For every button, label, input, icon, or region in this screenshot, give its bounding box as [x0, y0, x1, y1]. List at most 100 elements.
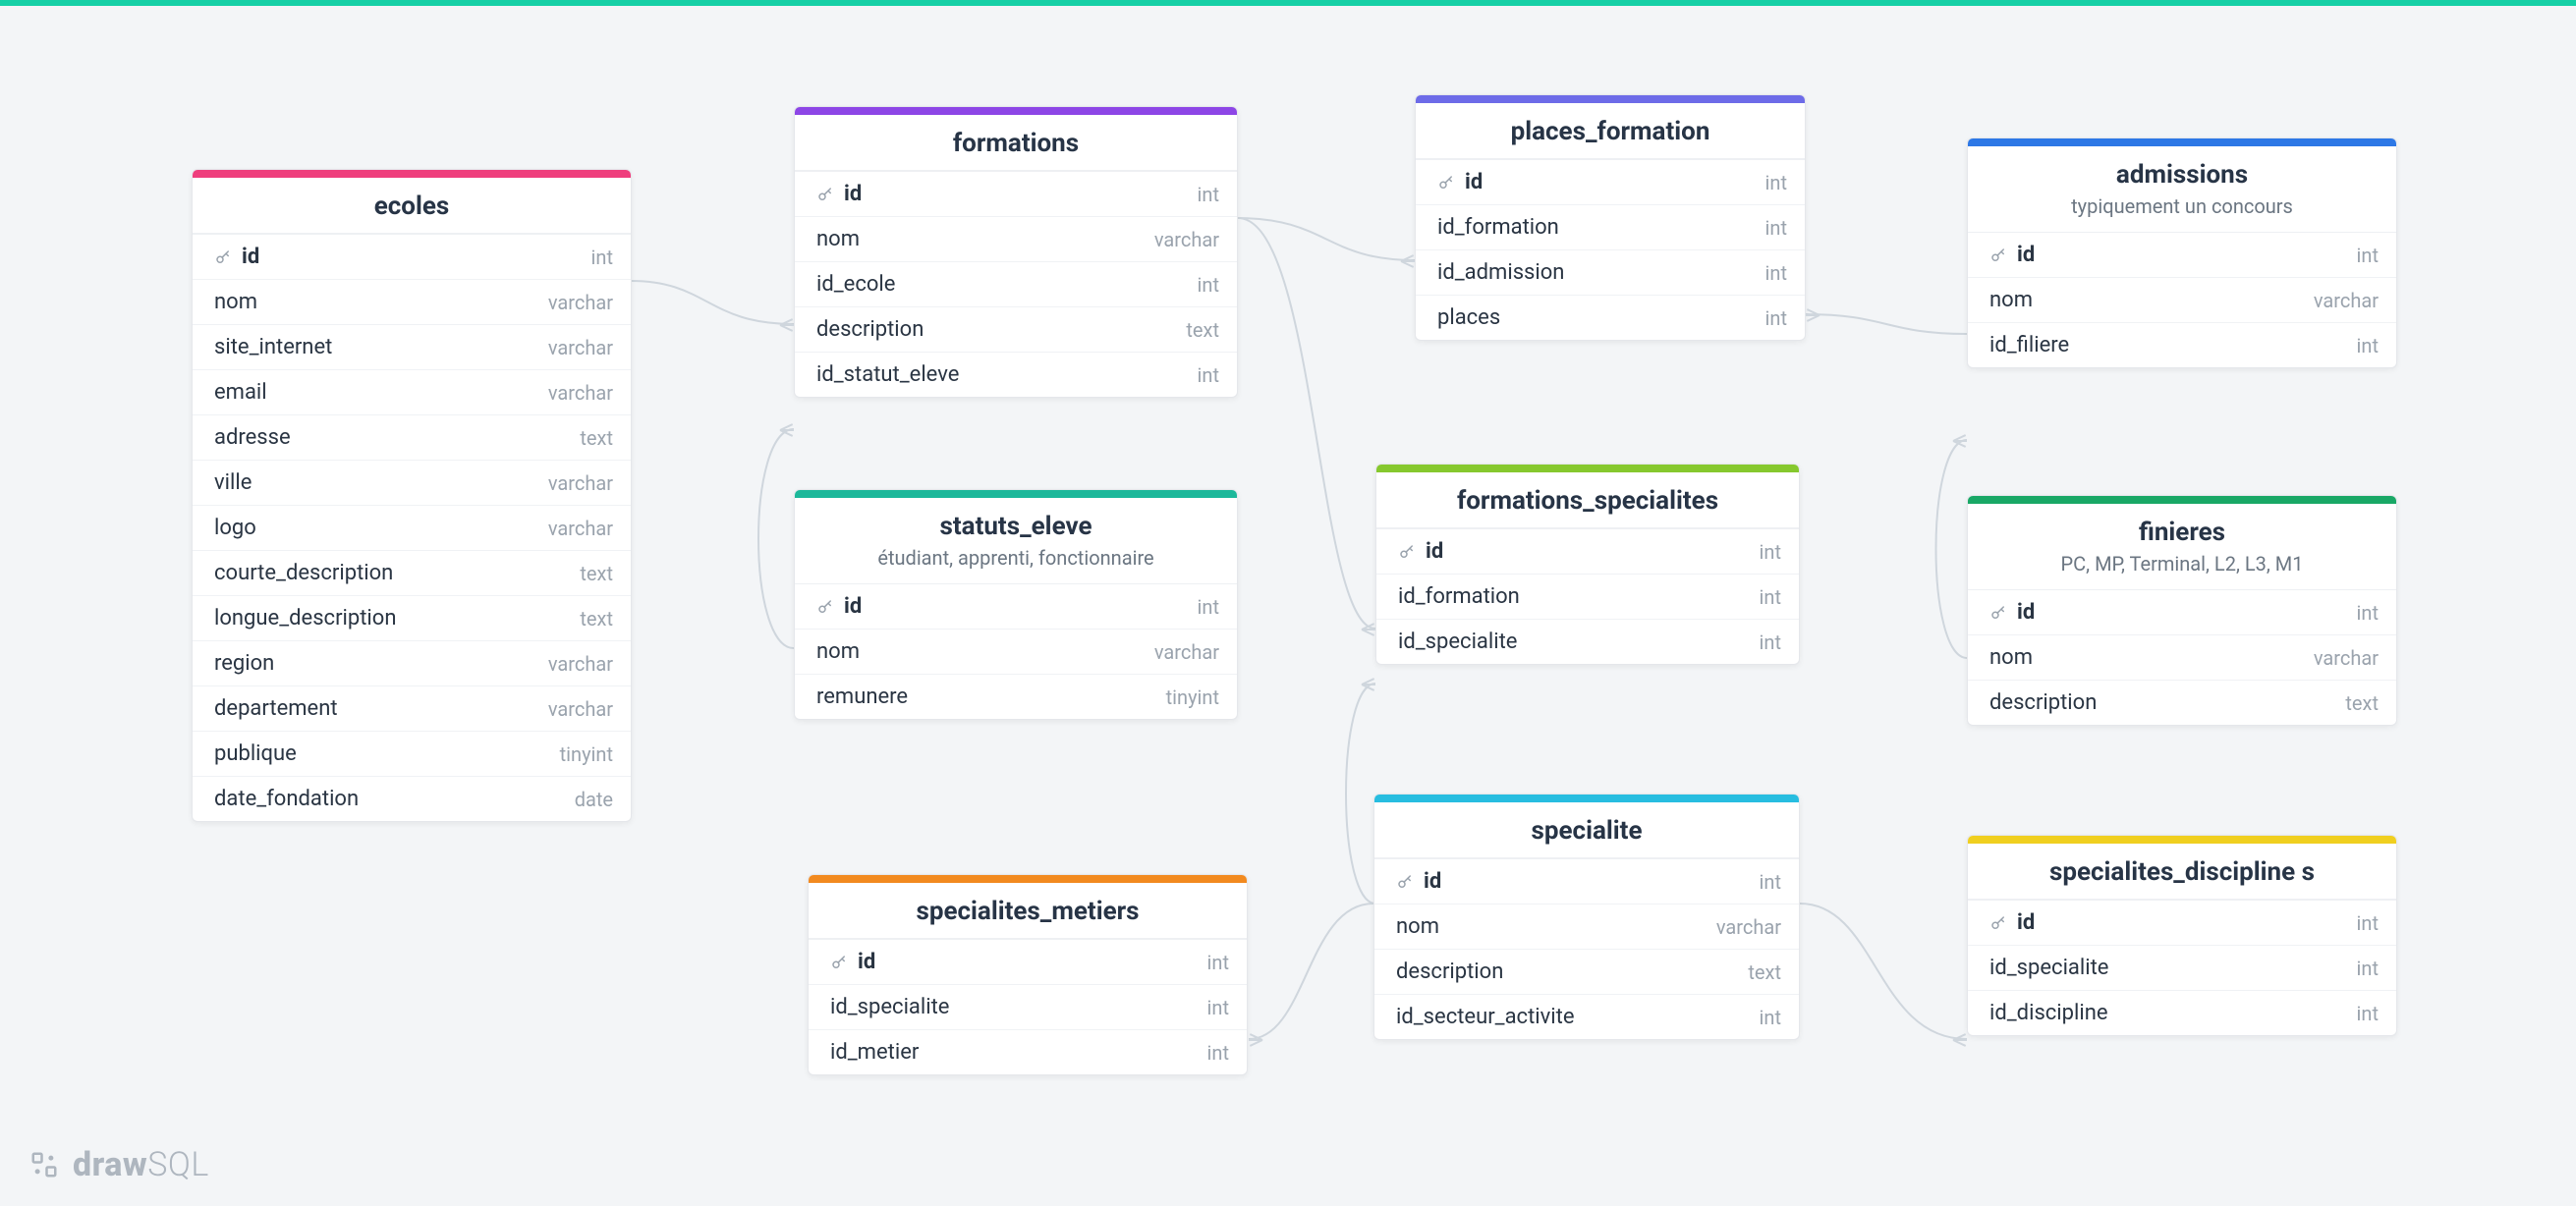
table-row[interactable]: departementvarchar	[193, 685, 631, 731]
table-formations[interactable]: formations idintnomvarcharid_ecoleintdes…	[794, 106, 1238, 398]
table-row[interactable]: id_disciplineint	[1968, 990, 2396, 1035]
table-title: formations_specialites	[1376, 472, 1799, 528]
column-name-text: nom	[1989, 288, 2033, 312]
table-specialites-metiers[interactable]: specialites_metiers idintid_specialitein…	[808, 874, 1248, 1075]
column-type: varchar	[548, 652, 613, 676]
table-rows: idintid_formationintid_admissionintplace…	[1416, 159, 1805, 340]
column-name: courte_description	[214, 561, 393, 585]
table-row[interactable]: idint	[809, 939, 1247, 984]
table-row[interactable]: nomvarchar	[193, 279, 631, 324]
column-type: text	[580, 607, 613, 630]
table-row[interactable]: id_formationint	[1376, 574, 1799, 619]
column-type: int	[1198, 363, 1219, 387]
table-row[interactable]: courte_descriptiontext	[193, 550, 631, 595]
primary-key-icon	[816, 598, 834, 616]
table-row[interactable]: idint	[1968, 900, 2396, 945]
column-name-text: courte_description	[214, 561, 393, 585]
table-row[interactable]: idint	[795, 171, 1237, 216]
column-name: nom	[816, 639, 860, 664]
table-row[interactable]: idint	[1968, 589, 2396, 634]
column-name: description	[816, 317, 924, 342]
table-rows: idintnomvarchardescriptiontextid_secteur…	[1374, 858, 1799, 1039]
column-type: int	[1198, 183, 1219, 206]
table-row[interactable]: id_specialiteint	[1968, 945, 2396, 990]
column-name-text: region	[214, 651, 274, 676]
table-row[interactable]: descriptiontext	[1968, 680, 2396, 725]
column-name-text: id_secteur_activite	[1396, 1005, 1575, 1029]
table-subtitle: PC, MP, Terminal, L2, L3, M1	[1968, 551, 2396, 589]
column-type: varchar	[548, 517, 613, 540]
table-row[interactable]: id_formationint	[1416, 204, 1805, 249]
table-row[interactable]: idint	[1374, 858, 1799, 904]
table-ecoles[interactable]: ecoles idintnomvarcharsite_internetvarch…	[192, 169, 632, 822]
table-row[interactable]: remuneretinyint	[795, 674, 1237, 719]
column-type: int	[2357, 957, 2379, 980]
table-row[interactable]: descriptiontext	[795, 306, 1237, 352]
table-row[interactable]: idint	[1968, 232, 2396, 277]
table-specialite[interactable]: specialite idintnomvarchardescriptiontex…	[1373, 794, 1800, 1040]
table-row[interactable]: adressetext	[193, 414, 631, 460]
table-color-bar	[193, 170, 631, 178]
column-type: varchar	[2314, 646, 2379, 670]
table-row[interactable]: idint	[1376, 528, 1799, 574]
table-color-bar	[1416, 95, 1805, 103]
table-admissions[interactable]: admissions typiquement un concours idint…	[1967, 137, 2397, 368]
diagram-canvas[interactable]: ecoles idintnomvarcharsite_internetvarch…	[0, 0, 2576, 1206]
table-row[interactable]: id_statut_eleveint	[795, 352, 1237, 397]
column-name: id	[1989, 910, 2035, 935]
table-row[interactable]: longue_description text	[193, 595, 631, 640]
table-row[interactable]: region varchar	[193, 640, 631, 685]
table-statuts-eleve[interactable]: statuts_eleve étudiant, apprenti, foncti…	[794, 489, 1238, 720]
column-name-text: ville	[214, 470, 252, 495]
table-row[interactable]: idint	[193, 234, 631, 279]
table-formations-specialites[interactable]: formations_specialites idintid_formation…	[1375, 464, 1800, 665]
table-row[interactable]: nomvarchar	[795, 216, 1237, 261]
column-type: int	[1207, 951, 1229, 974]
column-type: int	[1760, 630, 1781, 654]
table-row[interactable]: emailvarchar	[193, 369, 631, 414]
table-title: specialites_metiers	[809, 883, 1247, 939]
table-row[interactable]: villevarchar	[193, 460, 631, 505]
table-row[interactable]: nomvarchar	[1968, 277, 2396, 322]
table-color-bar	[795, 490, 1237, 498]
column-name-text: adresse	[214, 425, 291, 450]
table-specialites-disciplines[interactable]: specialites_discipline s idintid_special…	[1967, 835, 2397, 1036]
table-row[interactable]: site_internetvarchar	[193, 324, 631, 369]
table-row[interactable]: id_secteur_activiteint	[1374, 994, 1799, 1039]
table-row[interactable]: nomvarchar	[1374, 904, 1799, 949]
table-row[interactable]: id_specialiteint	[1376, 619, 1799, 664]
column-name-text: logo	[214, 516, 256, 540]
table-row[interactable]: nomvarchar	[1968, 634, 2396, 680]
column-name-text: id_admission	[1437, 260, 1564, 285]
table-row[interactable]: id_filiere int	[1968, 322, 2396, 367]
table-row[interactable]: idint	[1416, 159, 1805, 204]
table-row[interactable]: idint	[795, 583, 1237, 629]
table-row[interactable]: id_admissionint	[1416, 249, 1805, 295]
column-name-text: id_formation	[1398, 584, 1520, 609]
column-type: int	[1207, 1041, 1229, 1065]
column-name: description	[1396, 959, 1503, 984]
table-row[interactable]: placesint	[1416, 295, 1805, 340]
column-name-text: id_filiere	[1989, 333, 2069, 357]
column-name: nom	[214, 290, 257, 314]
column-type: int	[2357, 334, 2379, 357]
table-row[interactable]: id_metierint	[809, 1029, 1247, 1074]
table-title: ecoles	[193, 178, 631, 234]
column-name: id_discipline	[1989, 1001, 2108, 1025]
column-name-text: date_fondation	[214, 787, 359, 811]
table-finieres[interactable]: finieres PC, MP, Terminal, L2, L3, M1 id…	[1967, 495, 2397, 726]
table-row[interactable]: descriptiontext	[1374, 949, 1799, 994]
column-name-text: longue_description	[214, 606, 396, 630]
table-row[interactable]: id_ecoleint	[795, 261, 1237, 306]
table-row[interactable]: nomvarchar	[795, 629, 1237, 674]
table-row[interactable]: logo varchar	[193, 505, 631, 550]
table-row[interactable]: id_specialiteint	[809, 984, 1247, 1029]
column-type: int	[1760, 870, 1781, 894]
table-row[interactable]: date_fondationdate	[193, 776, 631, 821]
table-row[interactable]: publiquetinyint	[193, 731, 631, 776]
column-name: id	[214, 245, 259, 269]
column-name: nom	[1396, 914, 1439, 939]
column-name: longue_description	[214, 606, 396, 630]
table-places-formation[interactable]: places_formation idintid_formationintid_…	[1415, 94, 1806, 341]
column-name-text: departement	[214, 696, 338, 721]
